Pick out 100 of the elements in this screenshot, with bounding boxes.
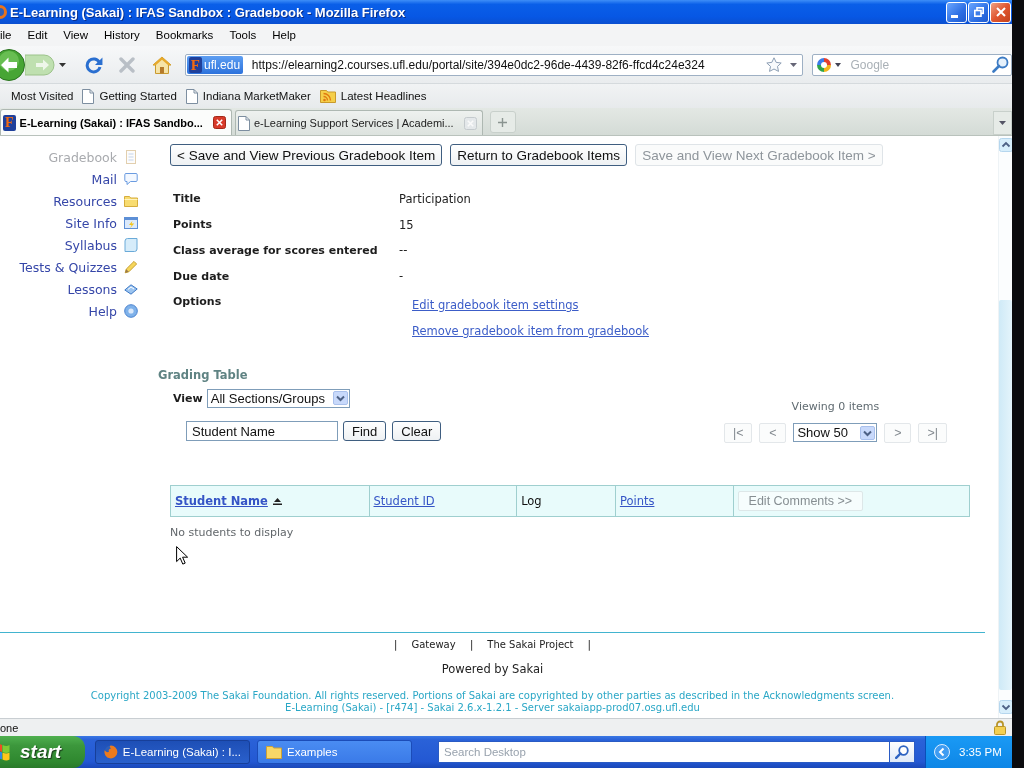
web-search-field[interactable]: Google [812,53,1012,76]
pencil-icon [124,260,138,274]
search-icon [895,745,909,759]
sidebar-item[interactable]: Lessons [0,278,138,300]
field-label: Due date [173,269,230,283]
footer-link[interactable]: The Sakai Project [487,638,574,652]
sidebar-item[interactable]: Site Info [0,212,138,234]
back-arrow-icon[interactable] [0,47,26,82]
bookmark-item[interactable]: Indiana MarketMaker [185,88,311,104]
reload-icon[interactable] [85,55,103,74]
menu-item[interactable]: Edit [19,26,56,44]
mouse-pointer-icon [176,546,188,565]
field-value: Participation [399,191,471,206]
field-label: Class average for scores entered [173,243,378,257]
caret-icon [999,121,1006,125]
menu-item[interactable]: ile [0,26,20,44]
sidebar-item[interactable]: Mail [0,168,138,190]
field-value: -- [399,243,408,258]
previous-item-button[interactable]: < Save and View Previous Gradebook Item [170,144,443,166]
app-icon [104,744,118,760]
menu-item[interactable]: Bookmarks [147,26,222,44]
caret-icon[interactable] [790,62,798,67]
separator: | [587,638,592,652]
scroll-down-icon[interactable] [998,700,1013,714]
column-header-link[interactable]: Student ID [373,494,435,508]
bookmark-item[interactable]: Getting Started [82,88,177,104]
sort-ascending-icon [272,497,282,505]
document-icon [124,150,138,164]
copyright-text: E-Learning (Sakai) - [r474] - Sakai 2.6.x-1.2.1 - Server sakaiapp-prod07.osg.ufl.edu [285,702,700,714]
color-ring-icon[interactable] [816,56,833,73]
find-button[interactable]: Find [343,421,387,441]
empty-message: No students to display [170,526,294,540]
menu-item[interactable]: Tools [221,26,265,44]
footer-link[interactable]: Gateway [411,638,456,652]
browser-tab[interactable]: e-Learning Support Services | Academi... [234,110,483,135]
window-icon [124,216,138,230]
desktop-search-field[interactable]: Search Desktop [438,741,890,763]
diamond-icon [124,282,138,296]
sidebar-item[interactable]: Syllabus [0,234,138,256]
ring-icon [124,304,138,318]
sidebar-item[interactable]: Resources [0,190,138,212]
view-dropdown[interactable]: All Sections/Groups [206,388,350,408]
page-icon [185,88,198,104]
caret-icon[interactable] [59,62,66,67]
flag-icon [0,743,10,761]
option-link[interactable]: Edit gradebook item settings [412,292,579,318]
menu-item[interactable]: History [96,26,148,44]
section-heading: Grading Table [158,367,248,384]
status-text: one [0,721,19,734]
option-link[interactable]: Remove gradebook item from gradebook [412,318,649,344]
bookmark-item[interactable]: Latest Headlines [319,89,427,103]
new-tab-button[interactable] [489,111,516,133]
window-title: E-Learning (Sakai) : IFAS Sandbox : Gradebook - Mozilla Firefox [10,4,406,20]
scroll-up-icon[interactable] [998,138,1013,152]
column-header-link[interactable]: Points [619,494,655,508]
page-icon [82,88,95,104]
minimize-button[interactable] [946,1,967,23]
scrollbar-thumb[interactable] [999,300,1012,690]
taskbar-button[interactable]: E-Learning (Sakai) : I... [95,740,250,764]
tab-list-button[interactable] [993,111,1012,135]
separator: | [393,638,398,652]
home-icon[interactable] [151,55,172,74]
clear-button[interactable]: Clear [392,421,442,441]
student-search-field[interactable]: Student Name [186,421,338,441]
start-button[interactable]: start [0,736,85,768]
bookmark-item[interactable]: Most Visited [11,90,74,102]
field-label: Options [173,294,222,310]
chevron-icon[interactable] [934,744,950,760]
powered-by-text: Powered by Sakai [441,661,544,677]
page-icon [237,115,250,131]
restore-icon [973,7,984,17]
minimize-icon [951,14,958,18]
app-icon [0,4,7,20]
restore-button[interactable] [968,1,989,23]
field-label: Title [173,192,201,206]
close-tab-icon[interactable] [212,116,226,129]
speech-bubble-icon [124,172,138,186]
column-header-link[interactable]: Student Name [175,494,282,508]
menu-item[interactable]: View [55,26,97,44]
close-icon [995,7,1006,17]
desktop-search-button[interactable] [890,741,915,763]
caret-icon[interactable] [835,62,842,67]
page-size-dropdown[interactable]: Show 50 [793,423,878,442]
return-button[interactable]: Return to Gradebook Items [450,144,628,166]
site-logo: F [3,114,16,131]
clock: 3:35 PM [959,746,1002,758]
menu-item[interactable]: Help [264,26,304,44]
separator: | [469,638,474,652]
scrollbar[interactable] [998,136,1012,718]
bookmark-star-icon[interactable] [766,56,783,72]
search-icon[interactable] [992,55,1009,73]
browser-tab[interactable]: F E-Learning (Sakai) : IFAS Sandbo... [0,109,232,135]
sidebar-item[interactable]: Help [0,300,138,322]
field-label: Points [173,218,213,232]
folder-icon [124,194,138,208]
sidebar-item[interactable]: Tests & Quizzes [0,256,138,278]
item-count-text: Viewing 0 items [791,400,880,414]
taskbar-button[interactable]: Examples [257,740,412,764]
padlock-icon[interactable] [994,720,1006,735]
close-button[interactable] [990,1,1011,23]
